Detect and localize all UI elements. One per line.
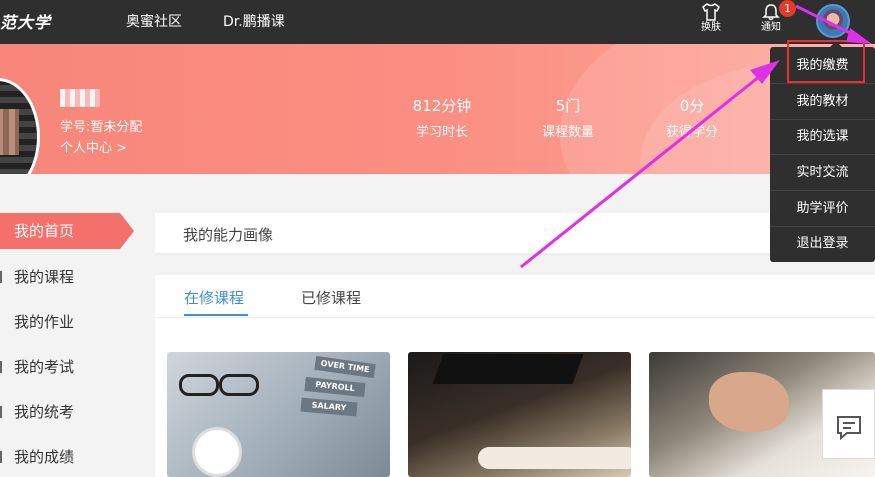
annotation-arrows — [520, 4, 872, 269]
